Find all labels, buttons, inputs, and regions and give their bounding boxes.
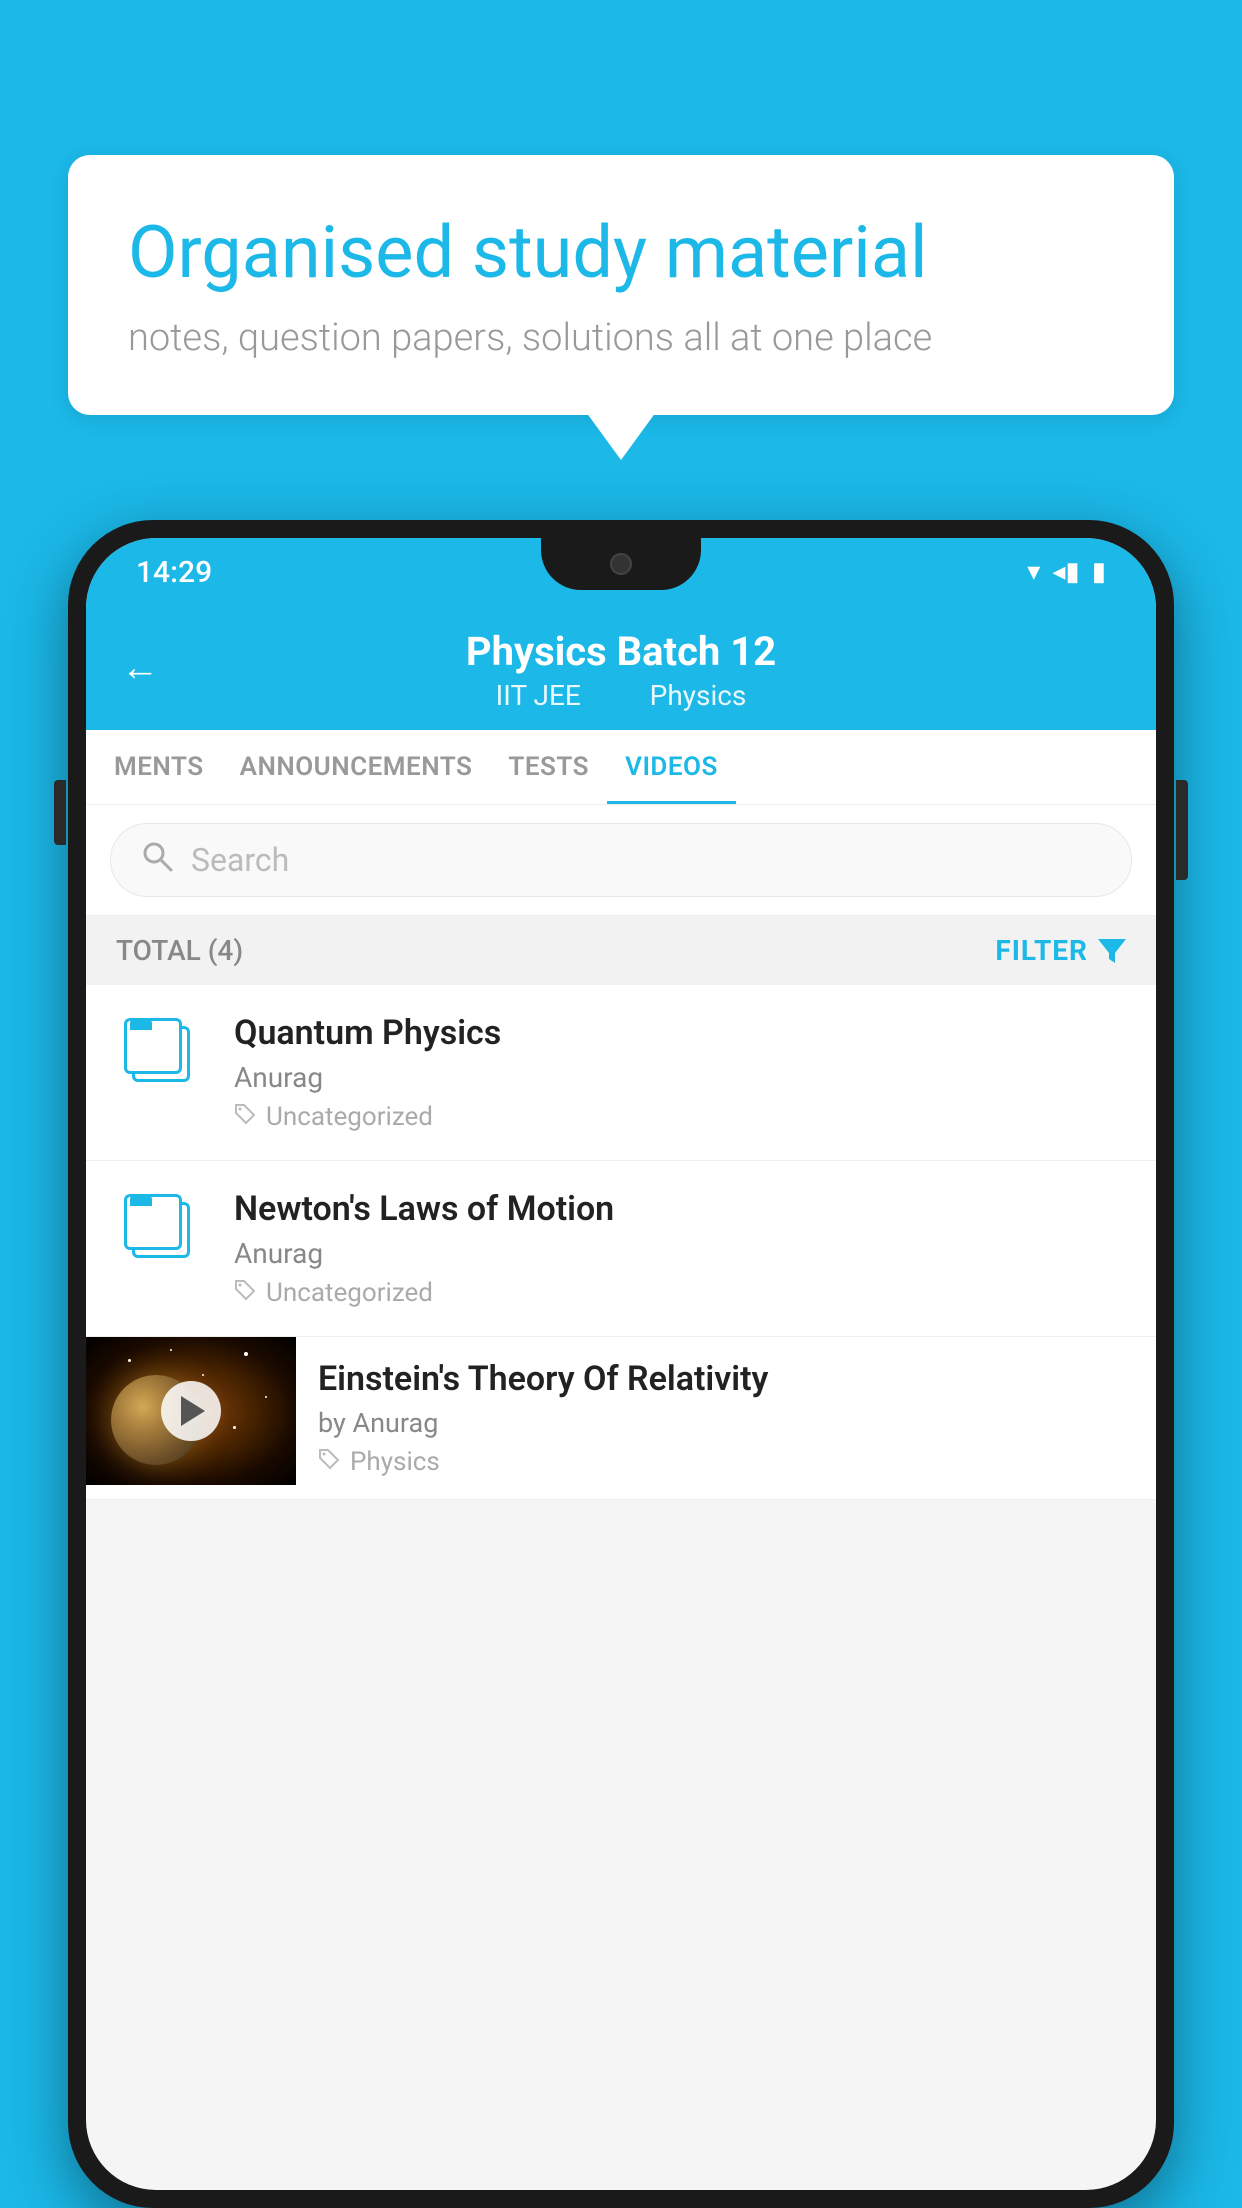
phone-screen: 14:29 ▾ ◂▮ ▮ ← Physics Batch 12 IIT JEE … bbox=[86, 538, 1156, 2190]
header-subtitle-part2: Physics bbox=[650, 679, 747, 712]
phone-outer: 14:29 ▾ ◂▮ ▮ ← Physics Batch 12 IIT JEE … bbox=[68, 520, 1174, 2208]
tab-tests[interactable]: TESTS bbox=[490, 730, 607, 804]
video-author: Anurag bbox=[234, 1237, 1126, 1270]
video-info: Quantum Physics Anurag Uncategorized bbox=[234, 1013, 1126, 1132]
phone-wrapper: 14:29 ▾ ◂▮ ▮ ← Physics Batch 12 IIT JEE … bbox=[68, 520, 1174, 2208]
notch bbox=[541, 538, 701, 590]
status-bar: 14:29 ▾ ◂▮ ▮ bbox=[86, 538, 1156, 606]
search-bar[interactable]: Search bbox=[110, 823, 1132, 897]
search-placeholder: Search bbox=[191, 841, 289, 879]
video-author: Anurag bbox=[234, 1061, 1126, 1094]
status-time: 14:29 bbox=[136, 555, 212, 590]
header-subtitle-separator bbox=[612, 679, 626, 712]
video-tag-text: Uncategorized bbox=[266, 1278, 433, 1308]
battery-icon: ▮ bbox=[1092, 557, 1106, 587]
folder-icon bbox=[124, 1194, 199, 1262]
video-tag: Uncategorized bbox=[234, 1278, 1126, 1308]
header-subtitle-part1: IIT JEE bbox=[496, 679, 581, 712]
tabs-bar: MENTS ANNOUNCEMENTS TESTS VIDEOS bbox=[86, 730, 1156, 805]
video-tag: Physics bbox=[318, 1447, 1134, 1477]
tag-icon bbox=[234, 1279, 256, 1307]
filter-label: FILTER bbox=[995, 934, 1088, 967]
list-item[interactable]: Newton's Laws of Motion Anurag Uncategor… bbox=[86, 1161, 1156, 1337]
folder-icon-wrap bbox=[116, 1189, 206, 1262]
folder-icon-wrap bbox=[116, 1013, 206, 1086]
back-button[interactable]: ← bbox=[121, 646, 159, 690]
video-title: Newton's Laws of Motion bbox=[234, 1189, 1126, 1229]
tag-icon bbox=[234, 1103, 256, 1131]
video-tag-text: Physics bbox=[350, 1447, 440, 1477]
play-triangle-icon bbox=[181, 1396, 205, 1426]
list-item[interactable]: Quantum Physics Anurag Uncategorized bbox=[86, 985, 1156, 1161]
video-tag: Uncategorized bbox=[234, 1102, 1126, 1132]
total-count: TOTAL (4) bbox=[116, 934, 243, 967]
app-header: ← Physics Batch 12 IIT JEE Physics bbox=[86, 606, 1156, 730]
thumb-background bbox=[86, 1337, 296, 1485]
video-info: Einstein's Theory Of Relativity by Anura… bbox=[296, 1337, 1156, 1499]
bubble-subtitle: notes, question papers, solutions all at… bbox=[128, 316, 1114, 360]
video-tag-text: Uncategorized bbox=[266, 1102, 433, 1132]
status-icons: ▾ ◂▮ ▮ bbox=[1027, 557, 1106, 587]
wifi-icon: ▾ bbox=[1027, 557, 1040, 587]
tab-videos[interactable]: VIDEOS bbox=[607, 730, 736, 804]
video-list: Quantum Physics Anurag Uncategorized bbox=[86, 985, 1156, 1500]
video-info: Newton's Laws of Motion Anurag Uncategor… bbox=[234, 1189, 1126, 1308]
header-subtitle: IIT JEE Physics bbox=[131, 679, 1111, 712]
video-thumbnail bbox=[86, 1337, 296, 1485]
bubble-title: Organised study material bbox=[128, 210, 1114, 296]
filter-bar: TOTAL (4) FILTER bbox=[86, 916, 1156, 985]
play-button[interactable] bbox=[161, 1381, 221, 1441]
page-front bbox=[124, 1018, 182, 1074]
camera-dot bbox=[610, 553, 632, 575]
list-item[interactable]: Einstein's Theory Of Relativity by Anura… bbox=[86, 1337, 1156, 1500]
search-icon bbox=[141, 840, 173, 880]
header-title: Physics Batch 12 bbox=[131, 628, 1111, 675]
video-title: Quantum Physics bbox=[234, 1013, 1126, 1053]
filter-button[interactable]: FILTER bbox=[995, 934, 1126, 967]
search-container: Search bbox=[86, 805, 1156, 916]
speech-bubble-container: Organised study material notes, question… bbox=[68, 155, 1174, 415]
video-title: Einstein's Theory Of Relativity bbox=[318, 1359, 1134, 1399]
speech-bubble: Organised study material notes, question… bbox=[68, 155, 1174, 415]
signal-icon: ◂▮ bbox=[1052, 557, 1079, 587]
tab-announcements[interactable]: ANNOUNCEMENTS bbox=[222, 730, 491, 804]
tag-icon bbox=[318, 1448, 340, 1476]
video-author: by Anurag bbox=[318, 1407, 1134, 1439]
tab-ments[interactable]: MENTS bbox=[96, 730, 222, 804]
page-front bbox=[124, 1194, 182, 1250]
folder-icon bbox=[124, 1018, 199, 1086]
